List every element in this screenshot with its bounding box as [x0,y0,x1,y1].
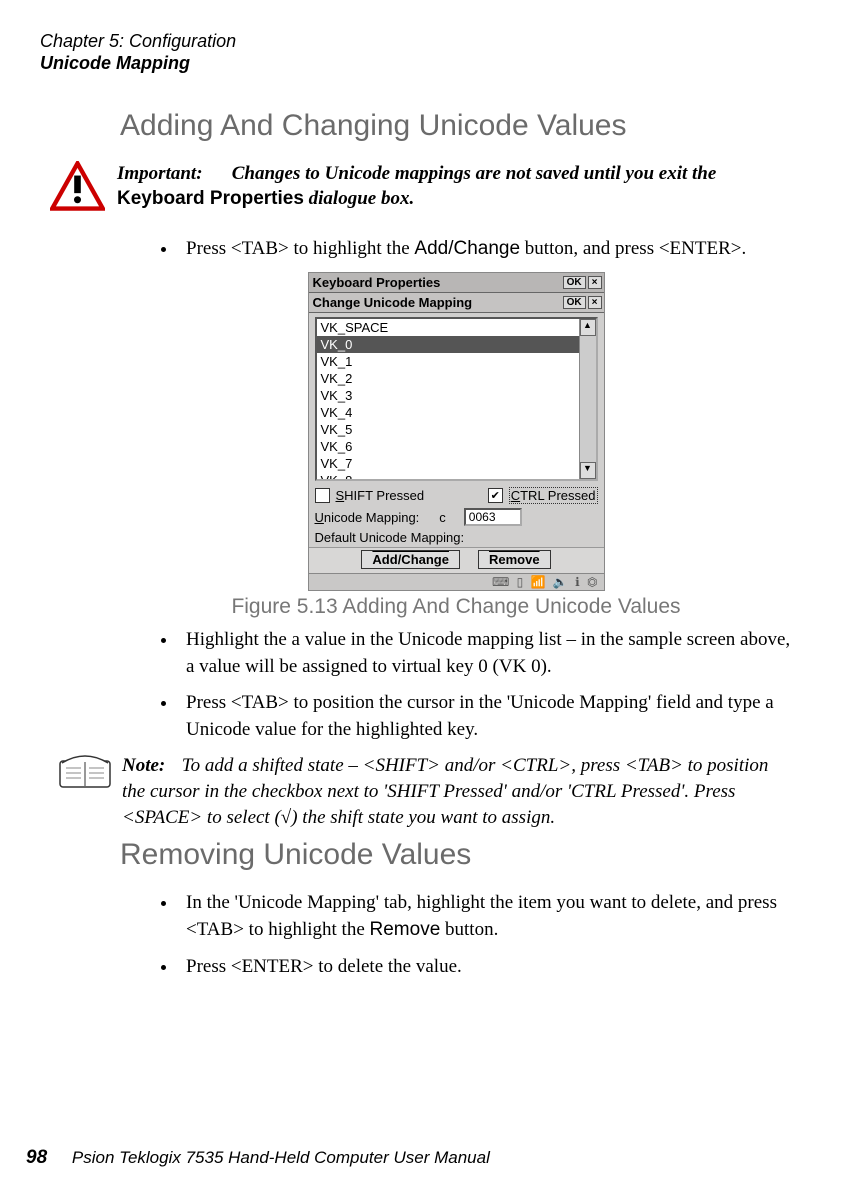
list-item[interactable]: VK_3 [317,387,596,404]
shift-label: SHIFT Pressed [336,488,425,503]
remove-inline: Remove [370,919,441,940]
manual-title: Psion Teklogix 7535 Hand-Held Computer U… [72,1148,490,1167]
important-text-1: Changes to Unicode mappings are not save… [232,163,717,184]
unicode-mapping-label: Unicode Mapping: [315,510,420,525]
remove-button[interactable]: Remove [478,550,551,569]
bullet-1-text-b: button, and press <ENTER>. [520,238,746,259]
bullet-2: Highlight the a value in the Unicode map… [178,627,792,680]
heading-removing: Removing Unicode Values [120,838,792,872]
note-text: To add a shifted state – <SHIFT> and/or … [122,755,768,827]
scrollbar[interactable]: ▲ ▼ [579,319,596,479]
important-label: Important: [117,161,227,187]
inner-ok-button[interactable]: OK [563,296,586,309]
chapter-header: Chapter 5: Configuration [40,30,802,53]
note-icon [58,753,112,796]
warning-icon [50,161,105,216]
bullet-4-text-b: button. [440,919,498,940]
figure-caption: Figure 5.13 Adding And Change Unicode Va… [120,595,792,619]
important-text-2: dialogue box. [304,188,414,209]
outer-ok-button[interactable]: OK [563,276,586,289]
inner-close-button[interactable]: × [588,296,602,309]
bullet-1-text-a: Press <TAB> to highlight the [186,238,414,259]
bullet-3: Press <TAB> to position the cursor in th… [178,690,792,743]
note-block: Note: To add a shifted state – <SHIFT> a… [122,753,792,830]
vk-listbox[interactable]: VK_SPACE VK_0 VK_1 VK_2 VK_3 VK_4 VK_5 V… [315,317,598,481]
add-change-button[interactable]: Add/Change [361,550,460,569]
important-kbd-prop: Keyboard Properties [117,188,304,209]
bullet-4: In the 'Unicode Mapping' tab, highlight … [178,890,792,943]
outer-title: Keyboard Properties [311,275,561,290]
list-item[interactable]: VK_1 [317,353,596,370]
footer: 98 Psion Teklogix 7535 Hand-Held Compute… [26,1147,490,1169]
screenshot-mock: Keyboard Properties OK × Change Unicode … [308,272,605,591]
bullet-1: Press <TAB> to highlight the Add/Change … [178,236,792,263]
add-change-inline: Add/Change [414,238,520,259]
heading-adding: Adding And Changing Unicode Values [120,109,792,143]
list-item[interactable]: VK_6 [317,438,596,455]
scroll-up-icon[interactable]: ▲ [580,319,596,336]
list-item[interactable]: VK_SPACE [317,319,596,336]
list-item[interactable]: VK_8 [317,472,596,481]
important-block: Important: Changes to Unicode mappings a… [117,161,792,212]
shift-checkbox[interactable] [315,488,330,503]
list-item[interactable]: VK_0 [317,336,596,353]
unicode-char: c [439,510,446,525]
scroll-down-icon[interactable]: ▼ [580,462,596,479]
list-item[interactable]: VK_7 [317,455,596,472]
ctrl-label: CTRL Pressed [509,487,598,504]
system-tray: ⌨ ▯ 📶 🔈 ℹ ⏣ [309,573,604,590]
bullet-5: Press <ENTER> to delete the value. [178,954,792,981]
outer-titlebar: Keyboard Properties OK × [309,273,604,293]
list-item[interactable]: VK_4 [317,404,596,421]
default-mapping-label: Default Unicode Mapping: [315,530,465,545]
page-number: 98 [26,1147,47,1168]
section-header: Unicode Mapping [40,53,802,74]
ctrl-checkbox[interactable]: ✔ [488,488,503,503]
unicode-value-input[interactable]: 0063 [464,508,522,526]
inner-titlebar: Change Unicode Mapping OK × [309,293,604,313]
inner-title: Change Unicode Mapping [311,295,561,310]
note-label: Note: [122,753,177,779]
outer-close-button[interactable]: × [588,276,602,289]
list-item[interactable]: VK_5 [317,421,596,438]
list-item[interactable]: VK_2 [317,370,596,387]
